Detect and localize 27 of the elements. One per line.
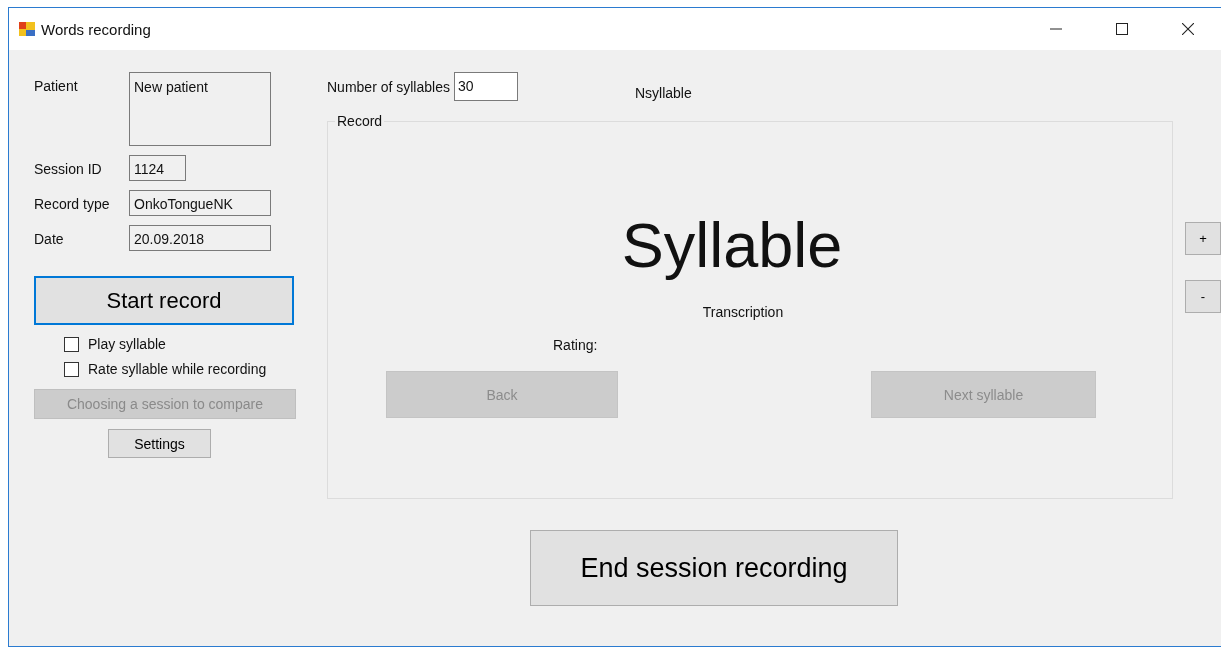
start-record-button[interactable]: Start record — [34, 276, 294, 325]
syllable-count-label: Number of syllables — [327, 78, 450, 95]
input-field[interactable]: 1124 — [129, 155, 186, 181]
checkbox-label[interactable]: Play syllable — [88, 336, 166, 352]
syllable-number: Nsyllable — [634, 84, 692, 101]
rating-label: Rating: — [553, 337, 599, 353]
input-field[interactable]: New patient — [129, 72, 271, 146]
field-label: Record type — [34, 195, 111, 212]
checkbox[interactable] — [64, 361, 79, 377]
field-label: Date — [34, 230, 65, 247]
input-field[interactable]: 20.09.2018 — [129, 225, 271, 251]
zoom-button[interactable]: - — [1185, 280, 1221, 313]
maximize-icon — [1116, 23, 1128, 35]
checkbox[interactable] — [64, 336, 79, 352]
close-icon — [1182, 23, 1194, 35]
settings-button[interactable]: Settings — [108, 429, 211, 458]
end-session-button[interactable]: End session recording — [530, 530, 898, 606]
group-title: Record — [336, 113, 384, 129]
input-field[interactable]: OnkoTongueNK — [129, 190, 271, 216]
app-icon — [19, 21, 35, 37]
field-label: Session ID — [34, 160, 103, 177]
syllable-count-field[interactable]: 30 — [453, 72, 518, 101]
zoom-button[interactable]: + — [1185, 222, 1221, 255]
checkbox-label[interactable]: Rate syllable while recording — [88, 361, 267, 377]
field-label: Patient — [34, 77, 79, 94]
transcription-text: Transcription — [701, 304, 785, 320]
window-title: Words recording — [41, 20, 151, 38]
